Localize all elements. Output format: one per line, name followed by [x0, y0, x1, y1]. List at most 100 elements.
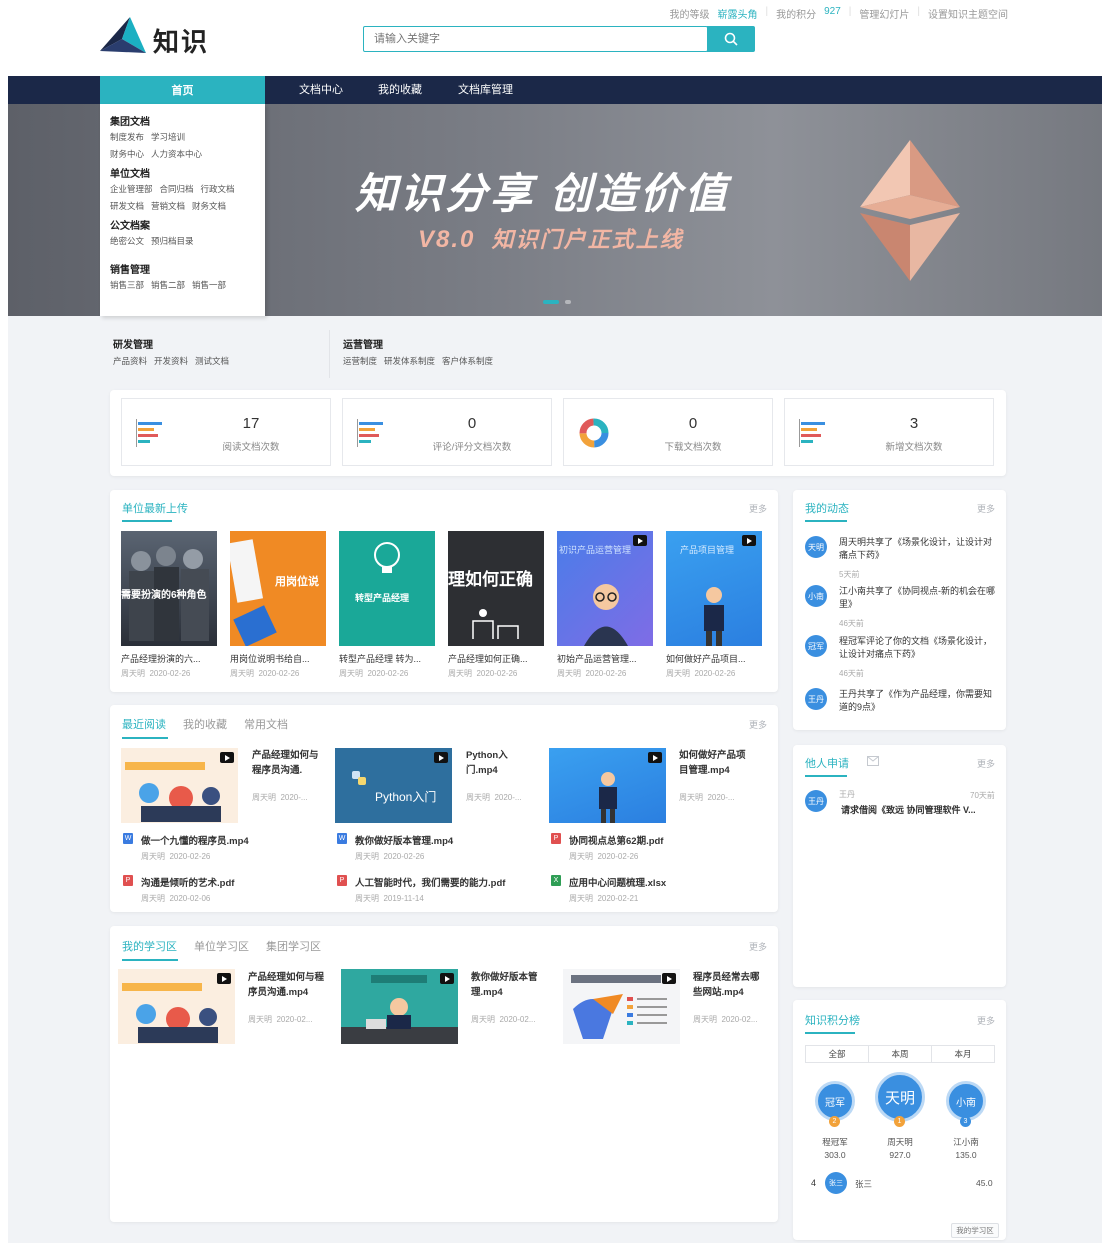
activity-more-link[interactable]: 更多: [977, 502, 995, 515]
carousel-dot[interactable]: [565, 300, 571, 304]
nav-my-favorites[interactable]: 我的收藏: [378, 76, 422, 104]
activity-text[interactable]: 江小南共享了《协同视点-新的机会在哪里》: [839, 585, 999, 611]
tab-my-favorites[interactable]: 我的收藏: [183, 716, 227, 732]
recent-video-thumb[interactable]: [121, 748, 238, 823]
avatar[interactable]: 天明: [805, 536, 827, 558]
requests-title[interactable]: 他人申请: [805, 755, 849, 771]
points-value[interactable]: 927: [824, 6, 841, 21]
file-name[interactable]: 做一个九懂的程序员.mp4: [141, 833, 249, 847]
study-video-thumb[interactable]: [118, 969, 235, 1044]
menu-item[interactable]: 财务文档: [192, 200, 226, 212]
category-item[interactable]: 开发资料: [154, 355, 188, 367]
activity-text[interactable]: 周天明共享了《场景化设计，让设计对痛点下药》: [839, 536, 999, 562]
tab-common-docs[interactable]: 常用文档: [244, 716, 288, 732]
avatar[interactable]: 王丹: [805, 790, 827, 812]
upload-caption[interactable]: 用岗位说明书给自...: [230, 652, 326, 665]
recent-video-title[interactable]: 如何做好产品项目管理.mp4: [679, 748, 749, 778]
recent-video-title[interactable]: Python入门.mp4: [466, 748, 526, 778]
upload-thumb[interactable]: 初识产品运营管理: [557, 531, 653, 646]
category-item[interactable]: 测试文档: [195, 355, 229, 367]
upload-caption[interactable]: 如何做好产品项目...: [666, 652, 762, 665]
tab-group-study[interactable]: 集团学习区: [266, 938, 321, 954]
menu-group-title[interactable]: 销售管理: [110, 261, 255, 276]
file-name[interactable]: 教你做好版本管理.mp4: [355, 833, 453, 847]
upload-thumb[interactable]: 需要扮演的6种角色: [121, 531, 217, 646]
tab-my-study[interactable]: 我的学习区: [122, 938, 177, 954]
carousel-dot[interactable]: [543, 300, 559, 304]
nav-library-management[interactable]: 文档库管理: [458, 76, 513, 104]
avatar[interactable]: 张三: [825, 1172, 847, 1194]
menu-item[interactable]: 学习培训: [151, 131, 185, 143]
menu-item[interactable]: 销售三部: [110, 279, 144, 291]
requests-more-link[interactable]: 更多: [977, 757, 995, 770]
uploads-title[interactable]: 单位最新上传: [122, 500, 188, 516]
ranking-title[interactable]: 知识积分榜: [805, 1012, 860, 1028]
file-name[interactable]: 沟通是倾听的艺术.pdf: [141, 875, 234, 889]
study-more-link[interactable]: 更多: [749, 940, 767, 953]
file-name[interactable]: 应用中心问题梳理.xlsx: [569, 875, 666, 889]
upload-caption[interactable]: 转型产品经理 转为...: [339, 652, 435, 665]
menu-group-title[interactable]: 公文档案: [110, 217, 255, 232]
category-item[interactable]: 研发体系制度: [384, 355, 435, 367]
avatar[interactable]: 冠军: [805, 635, 827, 657]
menu-group-title[interactable]: 单位文档: [110, 165, 255, 180]
category-title[interactable]: 研发管理: [113, 336, 229, 351]
study-video-title[interactable]: 教你做好版本管理.mp4: [471, 970, 541, 1000]
menu-item[interactable]: 绝密公文: [110, 235, 144, 247]
activity-title[interactable]: 我的动态: [805, 500, 849, 516]
tab-all[interactable]: 全部: [806, 1046, 869, 1062]
tab-unit-study[interactable]: 单位学习区: [194, 938, 249, 954]
category-item[interactable]: 客户体系制度: [442, 355, 493, 367]
category-item[interactable]: 产品资料: [113, 355, 147, 367]
upload-caption[interactable]: 产品经理如何正确...: [448, 652, 544, 665]
rank-avatar[interactable]: 天明: [875, 1072, 925, 1122]
stat-read[interactable]: 17 阅读文档次数: [121, 398, 331, 466]
nav-doc-center[interactable]: 文档中心: [299, 76, 343, 104]
study-video-title[interactable]: 产品经理如何与程序员沟通.mp4: [248, 970, 326, 1000]
study-video-thumb[interactable]: [563, 969, 680, 1044]
tab-recent-read[interactable]: 最近阅读: [122, 716, 166, 732]
menu-item[interactable]: 研发文档: [110, 200, 144, 212]
theme-settings-link[interactable]: 设置知识主题空间: [928, 6, 1008, 21]
recent-video-title[interactable]: 产品经理如何与程序员沟通.: [252, 748, 322, 778]
recent-more-link[interactable]: 更多: [749, 718, 767, 731]
manage-slides-link[interactable]: 管理幻灯片: [859, 6, 909, 21]
stat-comment[interactable]: 0 评论/评分文档次数: [342, 398, 552, 466]
level-value[interactable]: 崭露头角: [717, 6, 757, 21]
menu-item[interactable]: 制度发布: [110, 131, 144, 143]
search-button[interactable]: [707, 26, 755, 52]
menu-item[interactable]: 行政文档: [201, 183, 235, 195]
file-name[interactable]: 人工智能时代，我们需要的能力.pdf: [355, 875, 505, 889]
menu-item[interactable]: 销售二部: [151, 279, 185, 291]
activity-text[interactable]: 程冠军评论了你的文档《场景化设计，让设计对痛点下药》: [839, 635, 999, 661]
avatar[interactable]: 小南: [805, 585, 827, 607]
tab-this-week[interactable]: 本周: [869, 1046, 932, 1062]
upload-caption[interactable]: 产品经理扮演的六...: [121, 652, 217, 665]
study-video-title[interactable]: 程序员经常去哪些网站.mp4: [693, 970, 767, 1000]
menu-item[interactable]: 企业管理部: [110, 183, 153, 195]
request-text[interactable]: 请求借阅《致远 协同管理软件 V...: [841, 804, 1001, 817]
activity-text[interactable]: 王丹共享了《作为产品经理，你需要知道的9点》: [839, 688, 999, 714]
menu-item[interactable]: 财务中心: [110, 148, 144, 160]
upload-thumb[interactable]: 转型产品经理: [339, 531, 435, 646]
menu-group-title[interactable]: 集团文档: [110, 113, 255, 128]
ranking-more-link[interactable]: 更多: [977, 1014, 995, 1027]
stat-new[interactable]: 3 新增文档次数: [784, 398, 994, 466]
category-item[interactable]: 运营制度: [343, 355, 377, 367]
avatar[interactable]: 王丹: [805, 688, 827, 710]
upload-thumb[interactable]: 理如何正确: [448, 531, 544, 646]
mail-icon[interactable]: [867, 756, 879, 766]
search-input[interactable]: [363, 26, 708, 52]
rank-avatar[interactable]: 小南: [946, 1081, 986, 1121]
upload-thumb[interactable]: 用岗位说: [230, 531, 326, 646]
uploads-more-link[interactable]: 更多: [749, 502, 767, 515]
stat-download[interactable]: 0 下载文档次数: [563, 398, 773, 466]
tab-this-month[interactable]: 本月: [932, 1046, 994, 1062]
menu-item[interactable]: 销售一部: [192, 279, 226, 291]
study-video-thumb[interactable]: [341, 969, 458, 1044]
recent-video-thumb[interactable]: Python入门: [335, 748, 452, 823]
upload-caption[interactable]: 初始产品运营管理...: [557, 652, 653, 665]
recent-video-thumb[interactable]: [549, 748, 666, 823]
menu-item[interactable]: 人力资本中心: [151, 148, 202, 160]
rank-avatar[interactable]: 冠军: [815, 1081, 855, 1121]
